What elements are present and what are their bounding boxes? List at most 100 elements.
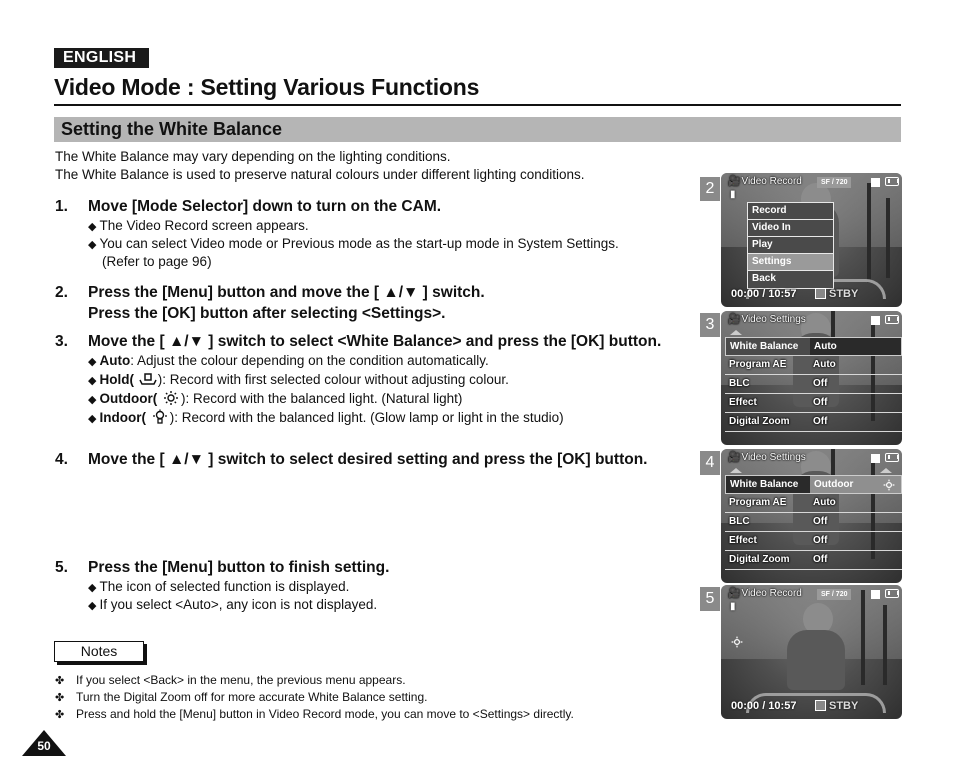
step-text: Move the [ ▲/▼ ] switch to select <White…	[88, 333, 662, 350]
battery-icon	[885, 589, 899, 598]
step-5-bullet: ◆ The icon of selected function is displa…	[88, 579, 350, 594]
wb-option-outdoor: ◆ Outdoor( ): Record with the balanced li…	[88, 391, 463, 406]
time-counter: 00:00 / 10:57	[731, 288, 797, 300]
setting-row-white-balance[interactable]: White Balance Outdoor	[725, 475, 902, 494]
step-1-bullet: ◆ The Video Record screen appears.	[88, 218, 309, 233]
screen-title: 🎥Video Settings	[728, 314, 806, 325]
note-item: ✤ Press and hold the [Menu] button in Vid…	[55, 707, 574, 721]
battery-icon	[885, 177, 899, 186]
notes-label: Notes	[54, 641, 144, 662]
menu-item-record[interactable]: Record	[748, 203, 833, 220]
setting-row-program-ae[interactable]: Program AE Auto	[725, 494, 902, 513]
stby-box-icon	[815, 288, 826, 299]
intro-text: The White Balance may vary depending on …	[55, 148, 585, 184]
section-title: Setting the White Balance	[61, 119, 283, 139]
step-3: 3. Move the [ ▲/▼ ] switch to select <Whi…	[55, 331, 661, 352]
menu-item-back[interactable]: Back	[748, 271, 833, 288]
step-number: 2.	[55, 284, 68, 301]
title-divider	[54, 104, 901, 106]
bullet-diamond-icon: ◆	[88, 221, 97, 233]
menu-item-video-in[interactable]: Video In	[748, 220, 833, 237]
camcorder-icon: 🎥	[728, 588, 741, 599]
note-bullet-icon: ✤	[55, 709, 65, 721]
outdoor-sun-icon	[731, 636, 743, 648]
menu-item-play[interactable]: Play	[748, 237, 833, 254]
bullet-diamond-icon: ◆	[88, 239, 97, 251]
setting-row-digital-zoom[interactable]: Digital Zoom Off	[725, 413, 902, 432]
time-counter: 00:00 / 10:57	[731, 700, 797, 712]
quality-indicator: SF / 720	[817, 589, 852, 600]
step-1: 1. Move [Mode Selector] down to turn on t…	[55, 196, 441, 217]
bullet-diamond-icon: ◆	[88, 394, 97, 406]
record-mode-icon: ▮	[730, 601, 736, 612]
status-indicator: STBY	[829, 700, 859, 712]
bullet-diamond-icon: ◆	[88, 600, 97, 612]
step-text: Move the [ ▲/▼ ] switch to select desire…	[88, 451, 648, 468]
setting-row-program-ae[interactable]: Program AE Auto	[725, 356, 902, 375]
camcorder-icon: 🎥	[728, 314, 741, 325]
battery-icon	[885, 453, 899, 462]
record-mode-icon: ▮	[730, 189, 736, 200]
step-text: Press the [Menu] button and move the [ ▲…	[88, 284, 485, 301]
settings-list: White Balance Auto Program AE Auto BLC Off …	[725, 337, 902, 432]
language-badge: ENGLISH	[54, 48, 149, 68]
setting-row-blc[interactable]: BLC Off	[725, 375, 902, 394]
wb-option-auto: ◆ Auto: Adjust the colour depending on th…	[88, 353, 489, 368]
camcorder-icon: 🎥	[728, 176, 741, 187]
page-number: 50	[37, 739, 51, 753]
setting-row-white-balance[interactable]: White Balance Auto	[725, 337, 902, 356]
screen-number: 5	[700, 587, 720, 611]
scroll-up-arrow-icon[interactable]	[730, 468, 742, 473]
menu-item-settings[interactable]: Settings	[748, 254, 833, 271]
status-indicator: STBY	[829, 288, 859, 300]
wb-option-indoor: ◆ Indoor( ): Record with the balanced lig…	[88, 409, 564, 425]
bullet-diamond-icon: ◆	[88, 375, 97, 387]
step-text: Press the [Menu] button to finish settin…	[88, 559, 390, 576]
lcd-screen-record-menu: 🎥Video Record SF / 720 ▮ Record Video In…	[721, 173, 902, 307]
note-bullet-icon: ✤	[55, 692, 65, 704]
note-item: ✤ Turn the Digital Zoom off for more accu…	[55, 690, 428, 704]
memory-card-icon	[871, 178, 880, 187]
stby-box-icon	[815, 700, 826, 711]
screen-title: 🎥Video Record	[728, 176, 802, 187]
lcd-screen-settings-outdoor: 🎥Video Settings White Balance Outdoor Pro…	[721, 449, 902, 583]
screen-number: 4	[700, 451, 720, 475]
hold-icon	[139, 373, 157, 385]
section-header: Setting the White Balance	[54, 117, 901, 142]
indoor-bulb-icon	[152, 409, 167, 424]
camcorder-icon: 🎥	[728, 452, 741, 463]
step-4: 4. Move the [ ▲/▼ ] switch to select desi…	[55, 449, 647, 470]
step-number: 1.	[55, 198, 68, 215]
setting-row-blc[interactable]: BLC Off	[725, 513, 902, 532]
setting-row-digital-zoom[interactable]: Digital Zoom Off	[725, 551, 902, 570]
bullet-diamond-icon: ◆	[88, 413, 97, 425]
bullet-diamond-icon: ◆	[88, 582, 97, 594]
step-text: Move [Mode Selector] down to turn on the…	[88, 198, 442, 215]
step-2: 2. Press the [Menu] button and move the […	[55, 282, 485, 303]
step-5-bullet: ◆ If you select <Auto>, any icon is not d…	[88, 597, 378, 612]
step-5: 5. Press the [Menu] button to finish sett…	[55, 557, 389, 578]
intro-line: The White Balance may vary depending on …	[55, 149, 451, 164]
quality-indicator: SF / 720	[817, 177, 852, 188]
value-up-arrow-icon[interactable]	[880, 468, 892, 473]
outdoor-sun-icon	[883, 479, 895, 491]
lcd-screen-settings-auto: 🎥Video Settings White Balance Auto Progra…	[721, 311, 902, 445]
note-bullet-icon: ✤	[55, 675, 65, 687]
memory-card-icon	[871, 454, 880, 463]
settings-list: White Balance Outdoor Program AE Auto BLC O…	[725, 475, 902, 570]
step-number: 3.	[55, 333, 68, 350]
step-number: 5.	[55, 559, 68, 576]
note-item: ✤ If you select <Back> in the menu, the p…	[55, 673, 406, 687]
intro-line: The White Balance is used to preserve na…	[55, 167, 585, 182]
step-1-bullet: ◆ You can select Video mode or Previous m…	[88, 236, 619, 251]
scroll-up-arrow-icon[interactable]	[730, 330, 742, 335]
step-1-bullet-cont: (Refer to page 96)	[102, 254, 212, 269]
main-menu: Record Video In Play Settings Back	[747, 202, 834, 289]
lcd-screen-record-outdoor: 🎥Video Record SF / 720 ▮ 00:00 / 10:57 S…	[721, 585, 902, 719]
setting-row-effect[interactable]: Effect Off	[725, 394, 902, 413]
battery-icon	[885, 315, 899, 324]
setting-row-effect[interactable]: Effect Off	[725, 532, 902, 551]
page-title: Video Mode : Setting Various Functions	[54, 74, 480, 100]
memory-card-icon	[871, 316, 880, 325]
outdoor-sun-icon	[163, 391, 178, 405]
